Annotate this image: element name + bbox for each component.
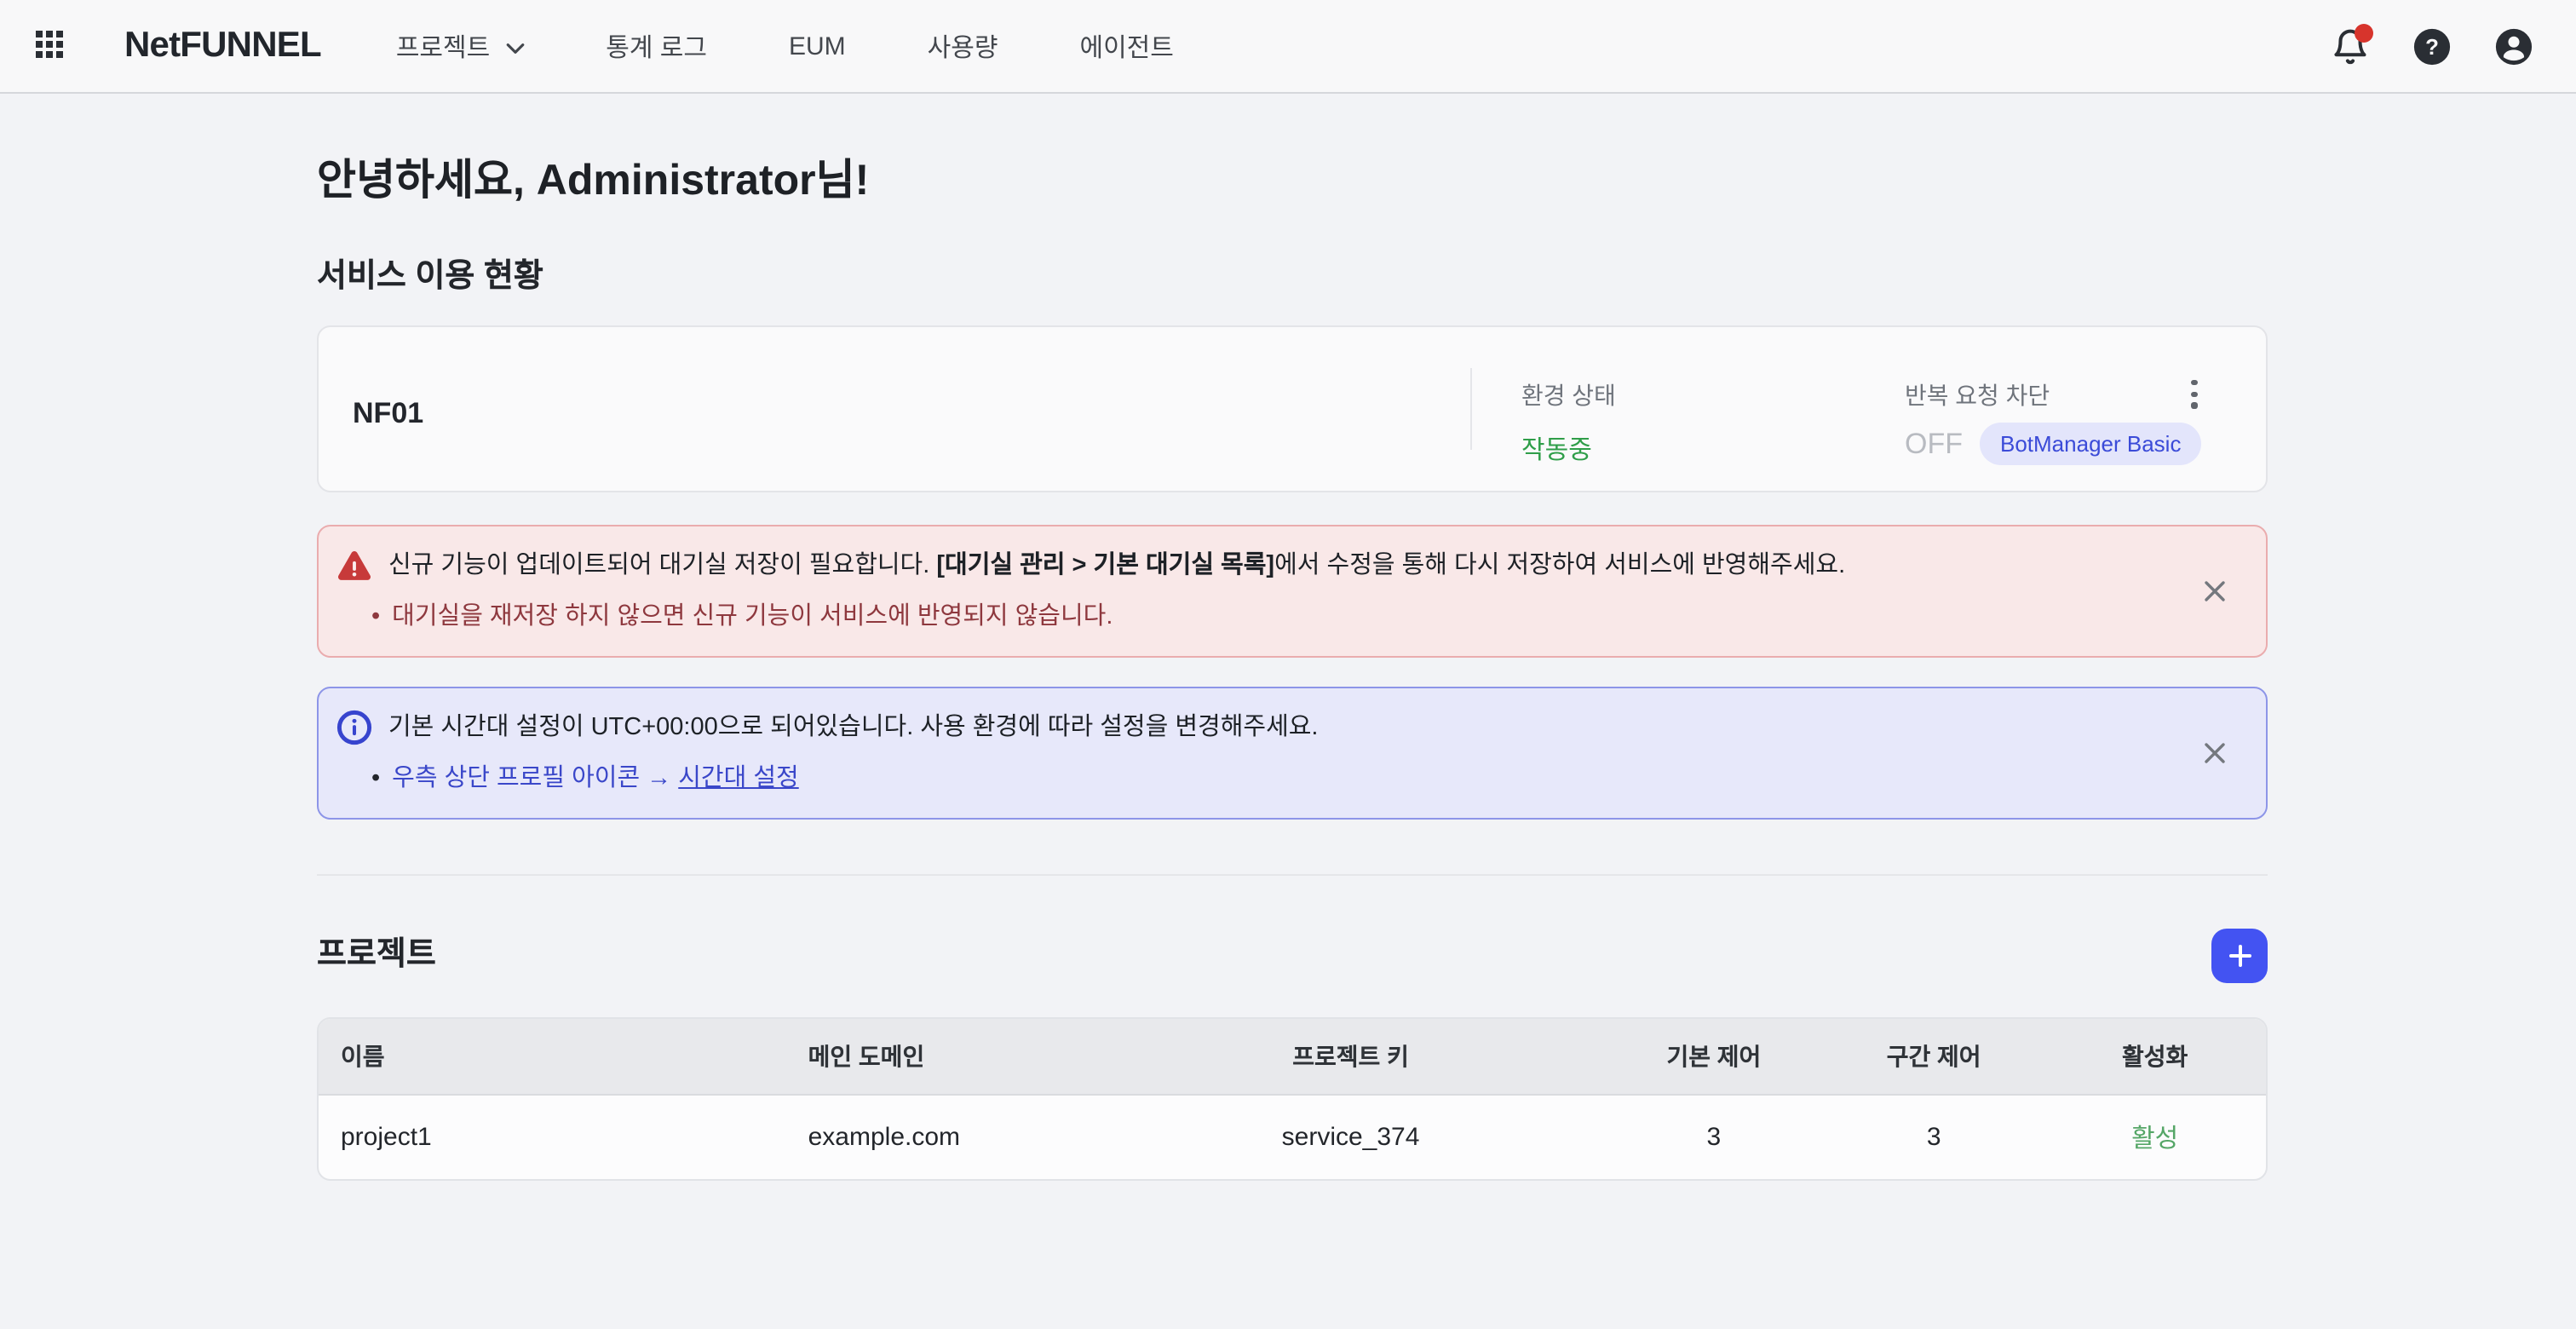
info-alert-message: 기본 시간대 설정이 UTC+00:00으로 되어있습니다. 사용 환경에 따라…: [388, 711, 1319, 745]
warning-bullet-text: 대기실을 재저장 하지 않으면 신규 기능이 서비스에 반영되지 않습니다.: [392, 600, 1113, 634]
info-bullet-dot: •: [371, 762, 380, 796]
help-icon[interactable]: ?: [2412, 26, 2452, 66]
col-header-active: 활성화: [2044, 1039, 2266, 1073]
warning-alert-bullet-row: • 대기실을 재저장 하지 않으면 신규 기능이 서비스에 반영되지 않습니다.: [336, 600, 2164, 634]
top-navbar: NetFUNNEL 프로젝트 통계 로그 EUM 사용량 에이전트: [0, 0, 2576, 94]
plus-icon: [2226, 941, 2253, 969]
cell-main-domain: example.com: [786, 1123, 1098, 1152]
nav-item-eum-label: EUM: [789, 32, 846, 60]
warning-message-part2: 에서 수정을 통해 다시 저장하여 서비스에 반영해주세요.: [1274, 552, 1845, 579]
botmanager-badge: BotManager Basic: [1980, 423, 2201, 465]
projects-table: 이름 메인 도메인 프로젝트 키 기본 제어 구간 제어 활성화 project…: [317, 1017, 2268, 1181]
warning-alert: 신규 기능이 업데이트되어 대기실 저장이 필요합니다. [대기실 관리 > 기…: [317, 525, 2268, 658]
warning-message-part1: 신규 기능이 업데이트되어 대기실 저장이 필요합니다.: [388, 552, 936, 579]
info-bullet-prefix: 우측 상단 프로필 아이콘 →: [392, 765, 678, 792]
info-alert-bullet-row: • 우측 상단 프로필 아이콘 → 시간대 설정: [336, 762, 2164, 796]
add-project-button[interactable]: [2211, 928, 2268, 982]
info-alert: 기본 시간대 설정이 UTC+00:00으로 되어있습니다. 사용 환경에 따라…: [317, 687, 2268, 820]
netfunnel-logo[interactable]: NetFUNNEL: [124, 26, 321, 66]
nav-item-usage[interactable]: 사용량: [928, 28, 998, 64]
info-close-icon[interactable]: [2201, 739, 2228, 767]
info-bullet-text: 우측 상단 프로필 아이콘 → 시간대 설정: [392, 762, 799, 796]
projects-table-header: 이름 메인 도메인 프로젝트 키 기본 제어 구간 제어 활성화: [319, 1019, 2266, 1096]
svg-text:?: ?: [2425, 35, 2439, 59]
nav-item-eum[interactable]: EUM: [789, 32, 846, 60]
env-status-block: 환경 상태 작동중: [1521, 382, 1616, 467]
navbar-left: NetFUNNEL 프로젝트 통계 로그 EUM 사용량 에이전트: [36, 26, 1174, 66]
nav-item-usage-label: 사용량: [928, 28, 998, 64]
timezone-settings-link[interactable]: 시간대 설정: [678, 765, 798, 792]
warning-bullet-dot: •: [371, 600, 380, 634]
apps-grid-icon[interactable]: [36, 31, 66, 61]
section-divider: [317, 874, 2268, 876]
env-status-label: 환경 상태: [1521, 382, 1616, 409]
warning-alert-message: 신규 기능이 업데이트되어 대기실 저장이 필요합니다. [대기실 관리 > 기…: [388, 549, 1845, 583]
main-content: 안녕하세요, Administrator님! 서비스 이용 현황 NF01 환경…: [317, 155, 2268, 1181]
projects-section-title: 프로젝트: [317, 935, 436, 975]
navbar-right: ?: [2331, 26, 2533, 66]
service-usage-section-title: 서비스 이용 현황: [317, 257, 2268, 296]
repeat-request-block: 반복 요청 차단 OFF BotManager Basic: [1905, 382, 2201, 465]
card-vertical-divider: [1470, 368, 1472, 450]
col-header-main-domain: 메인 도메인: [786, 1039, 1098, 1073]
project-table-row[interactable]: project1 example.com service_374 3 3 활성: [319, 1096, 2266, 1179]
cell-section-control: 3: [1824, 1123, 2044, 1152]
page-title: 안녕하세요, Administrator님!: [317, 155, 2268, 206]
nav-item-projects[interactable]: 프로젝트: [396, 28, 524, 64]
repeat-request-label: 반복 요청 차단: [1905, 382, 2201, 409]
warning-alert-message-row: 신규 기능이 업데이트되어 대기실 저장이 필요합니다. [대기실 관리 > 기…: [336, 549, 2164, 584]
repeat-request-value-row: OFF BotManager Basic: [1905, 423, 2201, 465]
col-header-name: 이름: [319, 1039, 786, 1073]
card-more-menu-icon[interactable]: [2181, 377, 2208, 417]
nav-item-projects-label: 프로젝트: [396, 28, 490, 64]
nav-item-agent[interactable]: 에이전트: [1079, 28, 1173, 64]
nav-item-stats-log[interactable]: 통계 로그: [606, 28, 707, 64]
notification-badge-dot: [2355, 23, 2373, 42]
environment-name: NF01: [353, 397, 423, 431]
col-header-basic-control: 기본 제어: [1604, 1039, 1824, 1073]
chevron-down-icon: [505, 42, 524, 54]
cell-project-key: service_374: [1097, 1123, 1603, 1152]
env-status-value: 작동중: [1521, 431, 1616, 467]
cell-active-status: 활성: [2044, 1119, 2266, 1155]
service-status-card: NF01 환경 상태 작동중 반복 요청 차단 OFF BotManager B…: [317, 325, 2268, 492]
col-header-section-control: 구간 제어: [1824, 1039, 2044, 1073]
info-circle-icon: [336, 709, 373, 746]
cell-basic-control: 3: [1604, 1123, 1824, 1152]
repeat-request-status: OFF: [1905, 427, 1963, 461]
netfunnel-dashboard: NetFUNNEL 프로젝트 통계 로그 EUM 사용량 에이전트: [0, 0, 2576, 1329]
warning-message-bold: [대기실 관리 > 기본 대기실 목록]: [936, 552, 1274, 579]
nav-item-stats-log-label: 통계 로그: [606, 28, 707, 64]
cell-project-name: project1: [319, 1123, 786, 1152]
profile-avatar-icon[interactable]: [2494, 26, 2533, 66]
warning-triangle-icon: [336, 547, 373, 584]
notification-bell-icon[interactable]: [2331, 26, 2370, 66]
nav-menu: 프로젝트 통계 로그 EUM 사용량 에이전트: [396, 28, 1174, 64]
projects-section-header: 프로젝트: [317, 927, 2268, 983]
col-header-project-key: 프로젝트 키: [1097, 1039, 1603, 1073]
info-alert-message-row: 기본 시간대 설정이 UTC+00:00으로 되어있습니다. 사용 환경에 따라…: [336, 711, 2164, 746]
warning-close-icon[interactable]: [2201, 578, 2228, 605]
nav-item-agent-label: 에이전트: [1079, 28, 1173, 64]
